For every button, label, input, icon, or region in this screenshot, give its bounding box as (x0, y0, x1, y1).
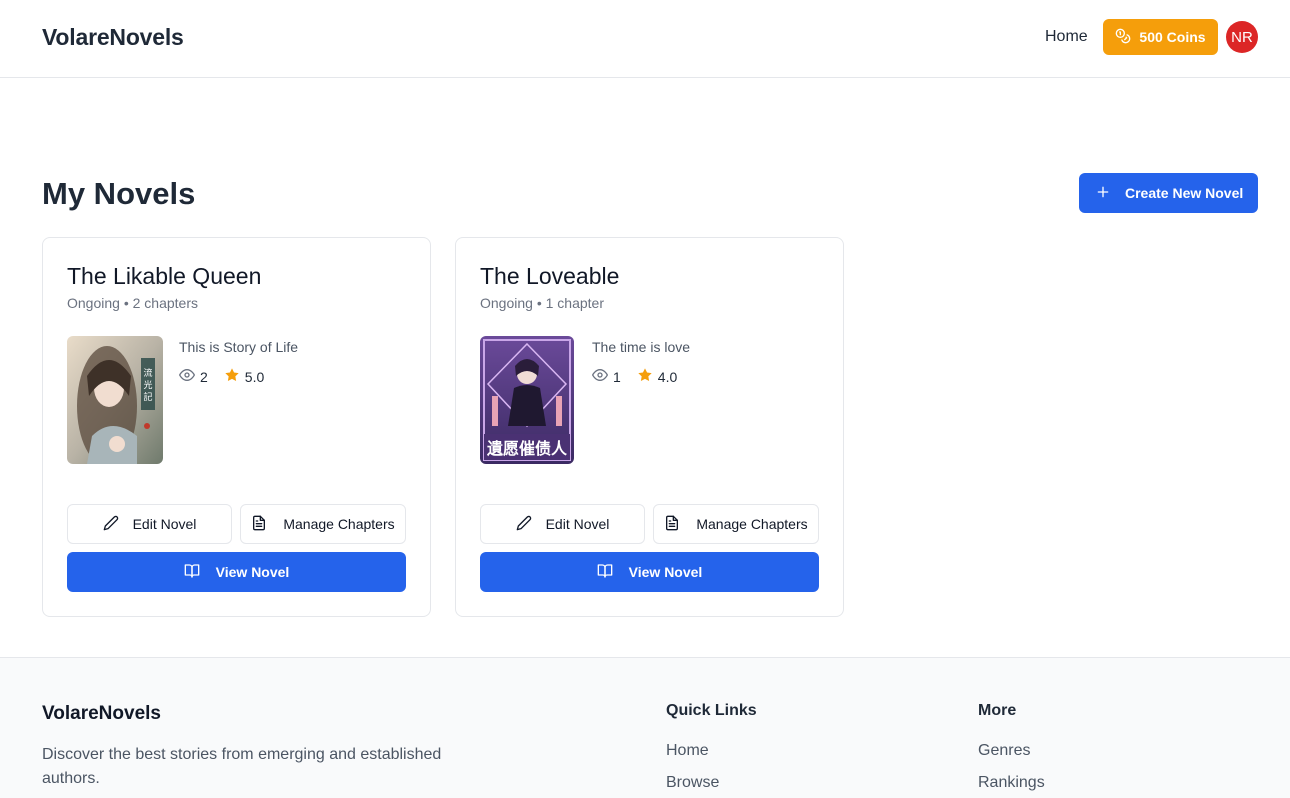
more-heading: More (978, 702, 1017, 719)
rating-stat: 5.0 (224, 367, 264, 386)
novel-stats: 2 5.0 (179, 367, 280, 386)
page-title: My Novels (42, 176, 196, 211)
file-text-icon (251, 515, 267, 534)
coins-button[interactable]: 500 Coins (1103, 19, 1218, 55)
rating-value: 4.0 (657, 368, 678, 385)
footer-link-rankings[interactable]: Rankings (978, 774, 1045, 792)
views-count: 2 (200, 368, 208, 385)
manage-chapters-label: Manage Chapters (696, 516, 808, 532)
coins-label: 500 Coins (1139, 29, 1206, 45)
novel-card: The Loveable Ongoing • 1 chapter 遺愿催债人 T… (455, 237, 844, 617)
manage-chapters-button[interactable]: Manage Chapters (240, 504, 406, 544)
star-icon (637, 367, 653, 386)
footer-link-home[interactable]: Home (666, 742, 709, 760)
create-new-novel-label: Create New Novel (1125, 185, 1244, 201)
novel-meta: Ongoing • 1 chapter (480, 295, 604, 311)
eye-icon (592, 367, 608, 386)
rating-value: 5.0 (244, 368, 265, 385)
svg-text:遺愿催债人: 遺愿催债人 (487, 439, 568, 458)
user-avatar[interactable]: NR (1226, 21, 1258, 53)
edit-novel-button[interactable]: Edit Novel (67, 504, 232, 544)
edit-novel-button[interactable]: Edit Novel (480, 504, 645, 544)
novel-description: This is Story of Life (179, 339, 299, 355)
nav-home-link[interactable]: Home (1045, 28, 1088, 46)
view-novel-button[interactable]: View Novel (480, 552, 819, 592)
novel-meta: Ongoing • 2 chapters (67, 295, 198, 311)
quick-links-heading: Quick Links (666, 702, 757, 719)
novel-stats: 1 4.0 (592, 367, 693, 386)
footer-description: Discover the best stories from emerging … (42, 746, 442, 787)
svg-text:流: 流 (143, 367, 152, 379)
edit-novel-label: Edit Novel (132, 516, 197, 532)
manage-chapters-label: Manage Chapters (283, 516, 395, 532)
top-header: VolareNovels Home 500 Coins NR (0, 0, 1290, 78)
novel-title: The Loveable (480, 263, 620, 289)
footer-link-genres[interactable]: Genres (978, 742, 1030, 760)
view-novel-label: View Novel (628, 564, 703, 580)
novel-cover-image[interactable]: 遺愿催债人 (480, 336, 574, 464)
site-footer: VolareNovels Discover the best stories f… (0, 657, 1290, 798)
novel-description: The time is love (592, 339, 691, 355)
view-novel-button[interactable]: View Novel (67, 552, 406, 592)
manage-chapters-button[interactable]: Manage Chapters (653, 504, 819, 544)
views-count: 1 (613, 368, 621, 385)
novel-card: The Likable Queen Ongoing • 2 chapters 流… (42, 237, 431, 617)
footer-logo: VolareNovels (42, 703, 161, 724)
view-novel-label: View Novel (215, 564, 290, 580)
book-open-icon (597, 563, 613, 582)
plus-icon (1095, 184, 1111, 203)
footer-link-browse[interactable]: Browse (666, 774, 719, 792)
pencil-icon (516, 515, 532, 534)
pencil-icon (103, 515, 119, 534)
coins-icon (1115, 28, 1131, 47)
views-stat: 2 (179, 367, 208, 386)
views-stat: 1 (592, 367, 621, 386)
site-logo[interactable]: VolareNovels (42, 24, 184, 51)
eye-icon (179, 367, 195, 386)
novel-cover-image[interactable]: 流 光 記 (67, 336, 163, 464)
book-open-icon (184, 563, 200, 582)
edit-novel-label: Edit Novel (545, 516, 610, 532)
novel-title: The Likable Queen (67, 263, 262, 289)
svg-text:記: 記 (143, 391, 152, 403)
svg-text:光: 光 (143, 379, 152, 391)
file-text-icon (664, 515, 680, 534)
rating-stat: 4.0 (637, 367, 677, 386)
create-new-novel-button[interactable]: Create New Novel (1079, 173, 1258, 213)
star-icon (224, 367, 240, 386)
